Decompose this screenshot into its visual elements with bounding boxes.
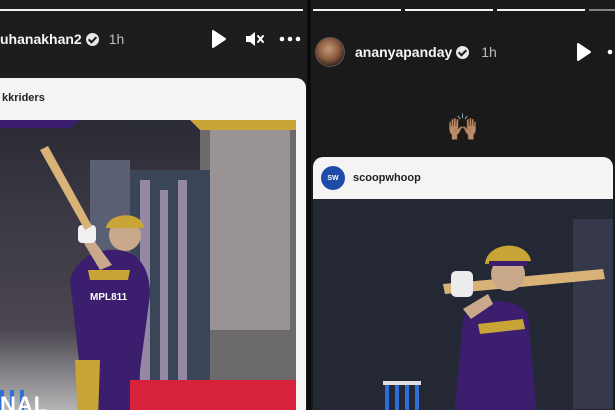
story-time: 1h (108, 31, 125, 47)
play-icon[interactable] (210, 28, 228, 50)
more-icon[interactable] (278, 28, 302, 50)
post-photo (313, 199, 613, 410)
post-account-name[interactable]: scoopwhoop (353, 172, 421, 184)
shared-post-card[interactable]: SW scoopwhoop (313, 157, 613, 410)
story-username[interactable]: uhanakhan2 (0, 31, 82, 47)
play-icon[interactable] (575, 41, 593, 63)
verified-badge-icon (456, 45, 470, 59)
emoji-sticker: 🙌🏽 (446, 112, 480, 142)
post-header: kkriders (0, 78, 306, 118)
stories-viewer: uhanakhan2 1h kkriders MPL811 NAL ananya… (0, 0, 615, 410)
mute-icon[interactable] (243, 28, 265, 50)
story-progress-segment (405, 9, 493, 11)
verified-badge-icon (85, 32, 99, 46)
cricket-batter-image (313, 199, 613, 410)
story-left[interactable]: uhanakhan2 1h kkriders MPL811 NAL (0, 0, 307, 410)
story-header-right: ananyapanday 1h (311, 37, 615, 67)
story-header-left: uhanakhan2 1h (0, 24, 307, 54)
story-right[interactable]: ananyapanday 1h 🙌🏽 SW scoopwhoop (311, 0, 615, 410)
story-progress-segment (313, 9, 401, 11)
scoopwhoop-logo: SW (321, 166, 345, 190)
post-overlay-text: NAL (0, 392, 49, 410)
avatar[interactable] (315, 37, 345, 67)
cricket-batter-image: MPL811 (0, 120, 296, 410)
post-header: SW scoopwhoop (313, 157, 613, 199)
story-progress-segment (497, 9, 585, 11)
story-progress-segment (589, 9, 615, 11)
more-icon[interactable] (605, 41, 615, 63)
post-photo: MPL811 NAL (0, 120, 296, 410)
jersey-text: MPL811 (90, 292, 128, 303)
post-account-name[interactable]: kkriders (2, 92, 45, 104)
story-progress-bar (0, 9, 303, 11)
shared-post-card[interactable]: kkriders MPL811 NAL (0, 78, 306, 410)
story-username[interactable]: ananyapanday (355, 44, 452, 60)
story-time: 1h (481, 44, 497, 60)
